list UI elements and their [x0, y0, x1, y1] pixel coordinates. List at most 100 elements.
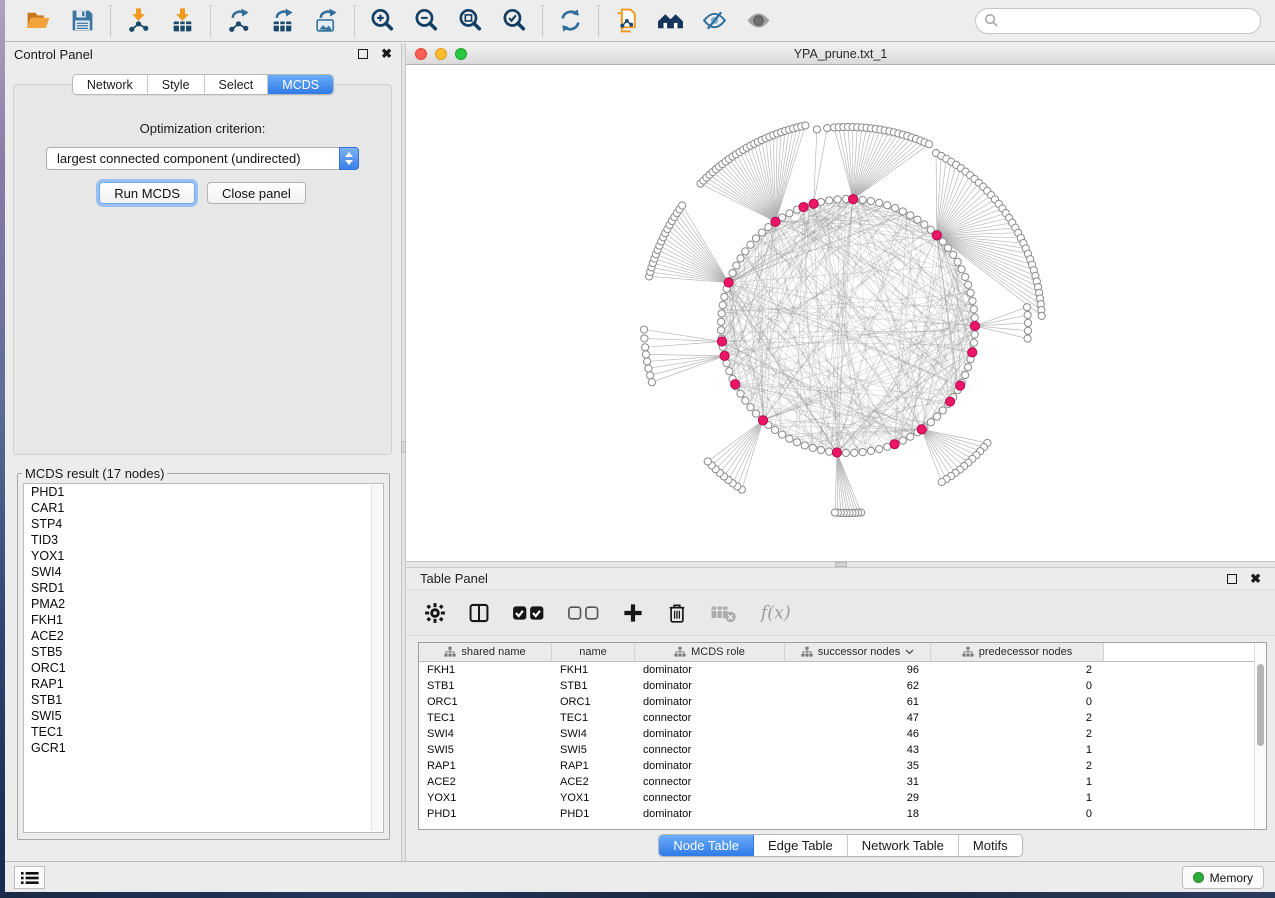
mcds-result-item[interactable]: GCR1 — [24, 740, 383, 756]
cell-name[interactable]: PHD1 — [552, 808, 635, 820]
table-row[interactable]: ACE2ACE2connector311 — [419, 774, 1266, 790]
cell-predecessor-nodes[interactable]: 0 — [931, 808, 1104, 820]
mcds-result-item[interactable]: CAR1 — [24, 500, 383, 516]
mcds-result-item[interactable]: STB5 — [24, 644, 383, 660]
export-network-icon[interactable] — [225, 7, 252, 34]
open-folder-icon[interactable] — [25, 7, 52, 34]
mcds-result-item[interactable]: YOX1 — [24, 548, 383, 564]
cell-name[interactable]: SWI4 — [552, 728, 635, 740]
table-row[interactable]: FKH1FKH1dominator962 — [419, 662, 1266, 678]
close-panel-button[interactable]: Close panel — [207, 182, 306, 204]
search-input[interactable] — [1004, 13, 1252, 28]
houses-icon[interactable] — [657, 7, 684, 34]
table-row[interactable]: YOX1YOX1connector291 — [419, 790, 1266, 806]
mcds-result-item[interactable]: RAP1 — [24, 676, 383, 692]
network-canvas[interactable] — [406, 65, 1275, 561]
mcds-result-item[interactable]: TID3 — [24, 532, 383, 548]
cell-shared-name[interactable]: SWI5 — [419, 744, 552, 756]
gear-icon[interactable] — [424, 600, 446, 626]
cell-predecessor-nodes[interactable]: 1 — [931, 776, 1104, 788]
hide-graphics-icon[interactable] — [701, 7, 728, 34]
search-box[interactable] — [975, 8, 1261, 34]
cell-name[interactable]: TEC1 — [552, 712, 635, 724]
horizontal-splitter[interactable] — [406, 561, 1275, 568]
cell-predecessor-nodes[interactable]: 2 — [931, 712, 1104, 724]
close-traffic-icon[interactable] — [415, 48, 427, 60]
cell-MCDS-role[interactable]: connector — [635, 792, 785, 804]
tab-motifs[interactable]: Motifs — [959, 835, 1022, 856]
mcds-result-item[interactable]: SWI5 — [24, 708, 383, 724]
table-row[interactable]: SWI5SWI5connector431 — [419, 742, 1266, 758]
mcds-result-item[interactable]: STP4 — [24, 516, 383, 532]
import-table-icon[interactable] — [169, 7, 196, 34]
cell-successor-nodes[interactable]: 62 — [785, 680, 931, 692]
tab-network-table[interactable]: Network Table — [848, 835, 959, 856]
cell-MCDS-role[interactable]: connector — [635, 712, 785, 724]
float-window-icon[interactable] — [358, 49, 368, 59]
zoom-in-icon[interactable] — [369, 7, 396, 34]
cell-shared-name[interactable]: YOX1 — [419, 792, 552, 804]
mcds-result-item[interactable]: TEC1 — [24, 724, 383, 740]
cell-predecessor-nodes[interactable]: 2 — [931, 760, 1104, 772]
mcds-result-item[interactable]: ACE2 — [24, 628, 383, 644]
cell-successor-nodes[interactable]: 18 — [785, 808, 931, 820]
cell-shared-name[interactable]: FKH1 — [419, 664, 552, 676]
cell-name[interactable]: YOX1 — [552, 792, 635, 804]
column-header-shared-name[interactable]: shared name — [419, 643, 552, 661]
cell-shared-name[interactable]: STB1 — [419, 680, 552, 692]
cell-successor-nodes[interactable]: 46 — [785, 728, 931, 740]
cell-MCDS-role[interactable]: dominator — [635, 760, 785, 772]
column-header-successor-nodes[interactable]: successor nodes — [785, 643, 931, 661]
mcds-result-item[interactable]: ORC1 — [24, 660, 383, 676]
cell-predecessor-nodes[interactable]: 1 — [931, 744, 1104, 756]
cell-successor-nodes[interactable]: 96 — [785, 664, 931, 676]
trash-icon[interactable] — [666, 600, 688, 626]
network-view-titlebar[interactable]: YPA_prune.txt_1 — [406, 43, 1275, 65]
mcds-result-list[interactable]: PHD1CAR1STP4TID3YOX1SWI4SRD1PMA2FKH1ACE2… — [23, 483, 384, 833]
cell-name[interactable]: RAP1 — [552, 760, 635, 772]
cell-successor-nodes[interactable]: 35 — [785, 760, 931, 772]
cell-name[interactable]: ACE2 — [552, 776, 635, 788]
run-mcds-button[interactable]: Run MCDS — [99, 182, 195, 204]
save-icon[interactable] — [69, 7, 96, 34]
mcds-result-item[interactable]: PMA2 — [24, 596, 383, 612]
cell-shared-name[interactable]: PHD1 — [419, 808, 552, 820]
task-history-button[interactable] — [14, 866, 45, 889]
zoom-selected-icon[interactable] — [501, 7, 528, 34]
mcds-result-item[interactable]: STB1 — [24, 692, 383, 708]
show-eye-icon[interactable] — [745, 7, 772, 34]
tab-mcds[interactable]: MCDS — [268, 75, 333, 94]
close-window-icon[interactable]: ✖ — [381, 49, 392, 59]
column-header-MCDS-role[interactable]: MCDS role — [635, 643, 785, 661]
cell-name[interactable]: STB1 — [552, 680, 635, 692]
mcds-result-item[interactable]: SWI4 — [24, 564, 383, 580]
cell-MCDS-role[interactable]: dominator — [635, 808, 785, 820]
mcds-result-item[interactable]: FKH1 — [24, 612, 383, 628]
tab-network[interactable]: Network — [73, 75, 148, 94]
zoom-fit-icon[interactable] — [457, 7, 484, 34]
horizontal-splitter-grip[interactable] — [835, 562, 847, 567]
cell-shared-name[interactable]: ACE2 — [419, 776, 552, 788]
node-table[interactable]: shared namenameMCDS rolesuccessor nodesp… — [418, 642, 1267, 830]
export-image-icon[interactable] — [313, 7, 340, 34]
cell-predecessor-nodes[interactable]: 1 — [931, 792, 1104, 804]
cell-shared-name[interactable]: TEC1 — [419, 712, 552, 724]
select-all-icon[interactable] — [512, 600, 545, 626]
cell-MCDS-role[interactable]: dominator — [635, 728, 785, 740]
cell-MCDS-role[interactable]: dominator — [635, 680, 785, 692]
cell-shared-name[interactable]: RAP1 — [419, 760, 552, 772]
cell-name[interactable]: ORC1 — [552, 696, 635, 708]
refresh-icon[interactable] — [557, 7, 584, 34]
cell-shared-name[interactable]: ORC1 — [419, 696, 552, 708]
mcds-result-item[interactable]: PHD1 — [24, 484, 383, 500]
list-scrollbar-track[interactable] — [371, 485, 382, 831]
cell-MCDS-role[interactable]: dominator — [635, 696, 785, 708]
table-float-window-icon[interactable] — [1227, 574, 1237, 584]
table-row[interactable]: RAP1RAP1dominator352 — [419, 758, 1266, 774]
column-header-predecessor-nodes[interactable]: predecessor nodes — [931, 643, 1104, 661]
minimize-traffic-icon[interactable] — [435, 48, 447, 60]
table-close-window-icon[interactable]: ✖ — [1250, 574, 1261, 584]
tab-select[interactable]: Select — [205, 75, 269, 94]
table-row[interactable]: SWI4SWI4dominator462 — [419, 726, 1266, 742]
cell-MCDS-role[interactable]: connector — [635, 744, 785, 756]
